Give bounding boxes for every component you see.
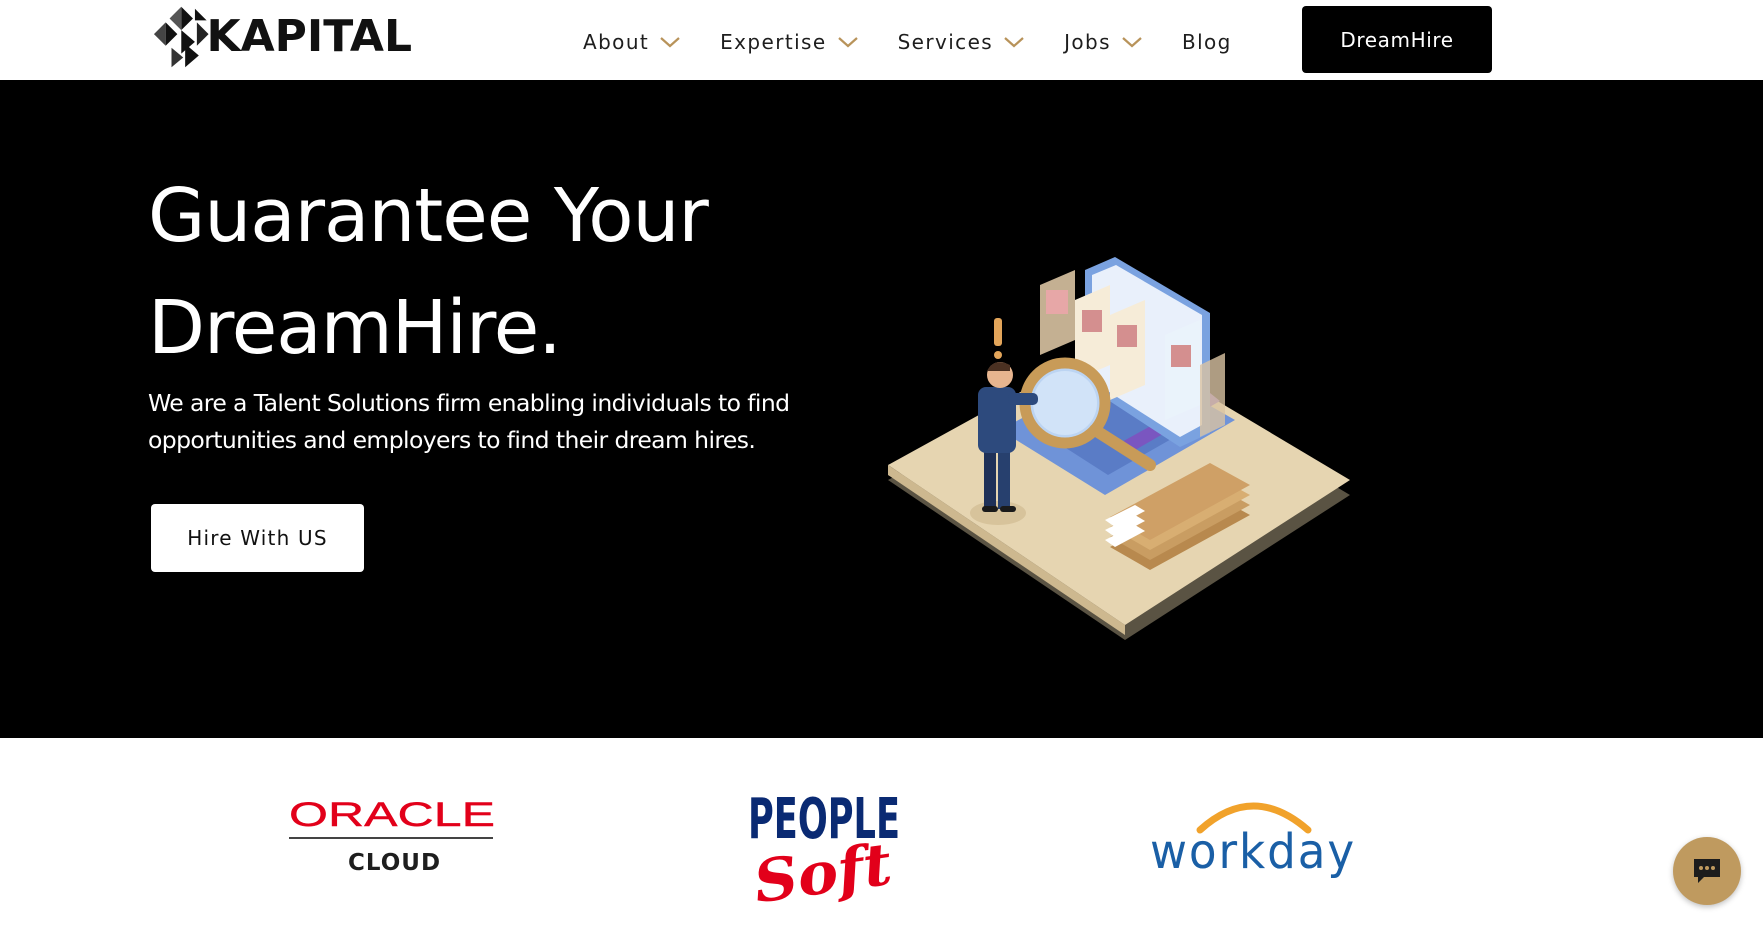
nav-item-label: Expertise — [720, 30, 827, 54]
hero-title-line: Guarantee Your — [148, 173, 709, 259]
hire-with-us-button[interactable]: Hire With US — [151, 504, 364, 572]
hero-subtitle-line: opportunities and employers to find thei… — [148, 426, 756, 454]
hero-title: Guarantee Your DreamHire. — [148, 160, 848, 384]
nav-item-label: About — [583, 30, 650, 54]
oracle-cloud-logo: ORACLE CLOUD — [289, 796, 495, 876]
nav-item-label: Services — [897, 30, 994, 54]
site-header: KAPITAL About Expertise Services Jobs Bl… — [0, 0, 1763, 80]
nav-item-expertise[interactable]: Expertise — [720, 30, 858, 54]
hero-section: Guarantee Your DreamHire. We are a Talen… — [0, 80, 1763, 738]
hero-subtitle-line: We are a Talent Solutions firm enabling … — [148, 389, 790, 417]
chat-bubble-icon — [1694, 859, 1720, 883]
nav-item-services[interactable]: Services — [898, 30, 1026, 54]
chevron-down-icon — [837, 37, 858, 48]
chevron-down-icon — [1122, 37, 1142, 48]
nav-item-blog[interactable]: Blog — [1182, 30, 1232, 54]
hero-title-line: DreamHire. — [148, 285, 562, 371]
chevron-down-icon — [660, 37, 680, 48]
brand-logo[interactable]: KAPITAL — [152, 4, 412, 70]
dreamhire-button[interactable]: DreamHire — [1302, 6, 1492, 73]
chevron-down-icon — [1004, 37, 1024, 48]
brand-name: KAPITAL — [206, 11, 412, 62]
nav-item-label: Blog — [1181, 30, 1232, 54]
kapital-logo-icon — [153, 6, 209, 68]
recruiting-illustration — [888, 257, 1350, 640]
oracle-cloud-text: CLOUD — [348, 850, 441, 876]
nav-item-about[interactable]: About — [583, 30, 681, 54]
workday-logo: workday — [1150, 802, 1356, 880]
hero-subtitle: We are a Talent Solutions firm enabling … — [148, 385, 828, 459]
chat-button[interactable] — [1673, 837, 1741, 905]
oracle-logo-text: ORACLE — [289, 796, 495, 834]
workday-logo-text: workday — [1150, 824, 1356, 880]
nav-item-label: Jobs — [1064, 30, 1111, 54]
partner-logos: ORACLE CLOUD PEOPLE Soft workday — [0, 738, 1763, 926]
peoplesoft-logo: PEOPLE Soft — [748, 787, 900, 916]
main-nav: About Expertise Services Jobs Blog — [583, 22, 1271, 62]
nav-item-jobs[interactable]: Jobs — [1064, 30, 1143, 54]
